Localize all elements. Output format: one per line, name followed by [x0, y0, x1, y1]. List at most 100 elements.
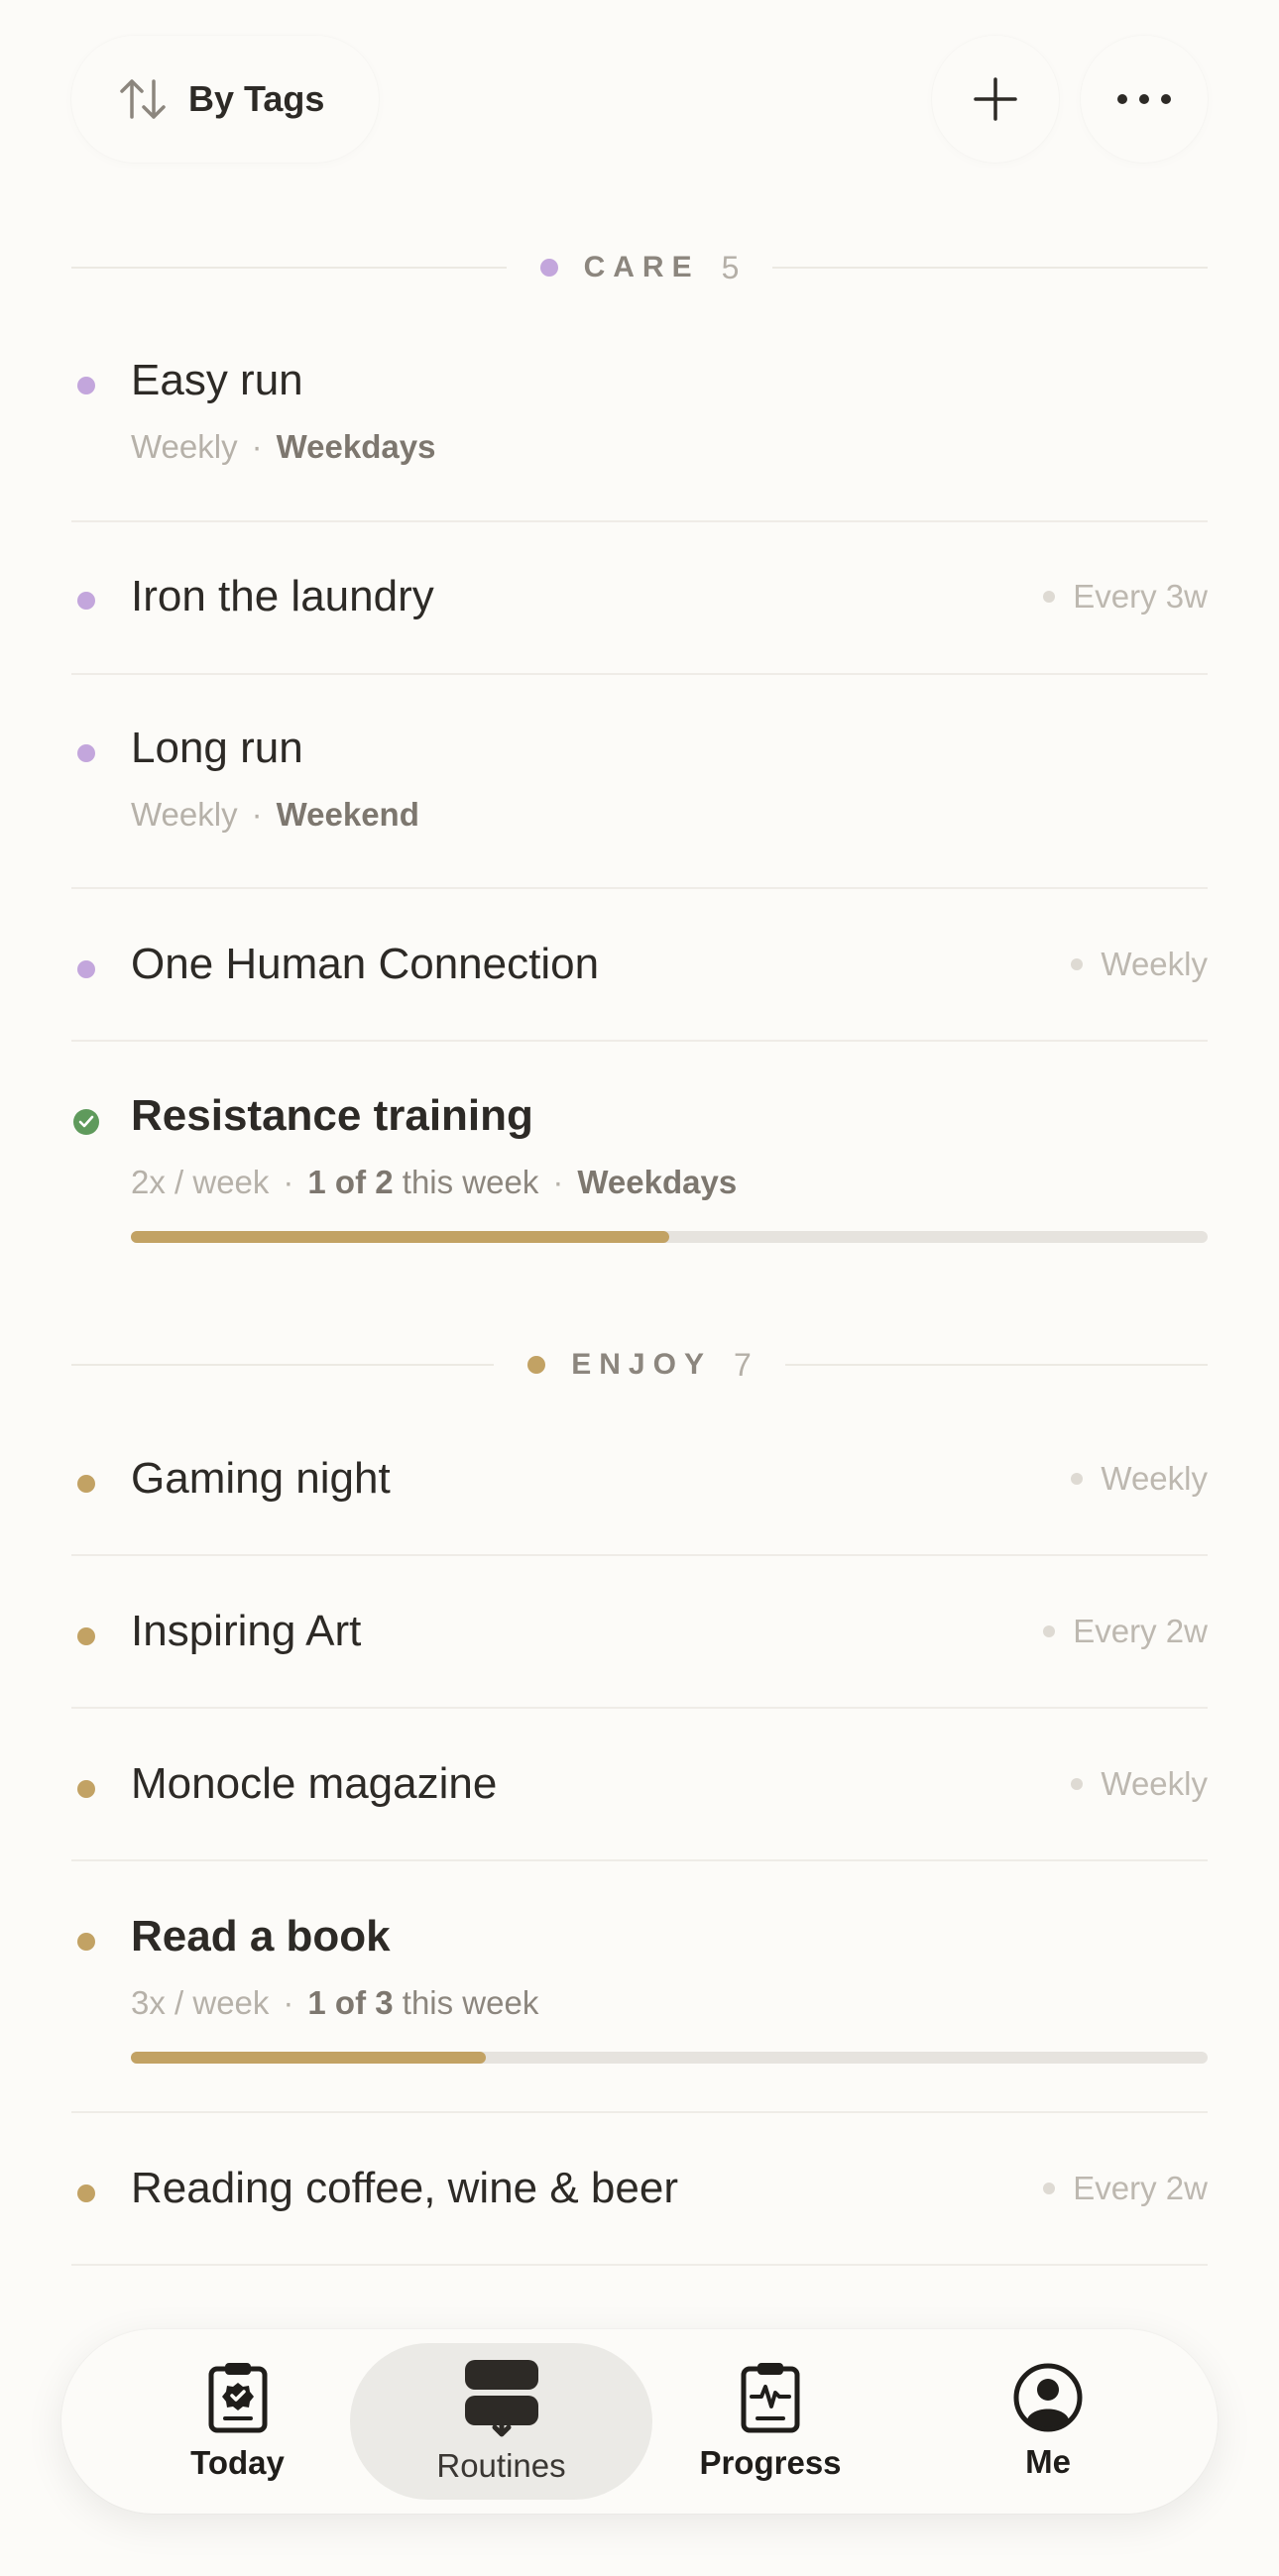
schedule-label: Weekly: [1101, 1765, 1208, 1802]
progress-icon: [741, 2363, 800, 2433]
routine-item-easy-run[interactable]: Easy run Weekly · Weekdays: [71, 322, 1208, 522]
routine-title: Monocle magazine: [131, 1759, 498, 1808]
divider: [772, 267, 1208, 269]
routine-title: Reading coffee, wine & beer: [131, 2164, 678, 2212]
section-count: 7: [733, 1346, 752, 1383]
routine-frequency: 2x / week: [131, 1164, 270, 1200]
routine-days: Weekend: [276, 796, 419, 833]
tab-progress[interactable]: Progress: [646, 2343, 894, 2500]
tag-dot: [77, 960, 95, 978]
schedule-dot: [1071, 1473, 1084, 1485]
routine-item-inspiring-art[interactable]: Inspiring Art Every 2w: [71, 1556, 1208, 1709]
plus-icon: [974, 77, 1017, 121]
routines-icon: [464, 2360, 538, 2437]
progress-suffix: this week: [402, 1984, 539, 2021]
routine-title: Gaming night: [131, 1454, 391, 1503]
tag-dot: [77, 1627, 95, 1645]
tab-label: Routines: [436, 2447, 566, 2484]
more-options-button[interactable]: [1081, 36, 1208, 163]
divider: [71, 267, 507, 269]
routine-schedule: Every 3w: [1043, 578, 1208, 616]
routine-item-read-a-book[interactable]: Read a book 3x / week · 1 of 3 this week: [71, 1861, 1208, 2113]
tag-dot: [77, 744, 95, 762]
divider: [71, 1364, 495, 1366]
divider: [784, 1364, 1209, 1366]
routine-schedule: Every 2w: [1043, 2170, 1208, 2207]
routine-schedule: Every 2w: [1043, 1613, 1208, 1650]
tag-dot: [77, 1933, 95, 1951]
routine-meta: 2x / week · 1 of 2 this week · Weekdays: [131, 1164, 738, 1200]
routine-title: Read a book: [131, 1912, 391, 1960]
section-header-enjoy: ENJOY 7: [71, 1335, 1209, 1395]
routine-schedule: Weekly: [1071, 946, 1208, 983]
routine-schedule: Weekly: [1071, 1460, 1208, 1498]
sort-label: By Tags: [188, 78, 325, 119]
progress-fill: [131, 1231, 669, 1243]
tab-label: Progress: [699, 2444, 842, 2481]
toolbar: By Tags: [71, 30, 1208, 168]
tag-dot: [77, 2184, 95, 2202]
routine-title: Resistance training: [131, 1091, 533, 1140]
schedule-dot: [1071, 958, 1084, 970]
tag-dot: [77, 1780, 95, 1798]
routine-title: Long run: [131, 724, 303, 772]
tag-dot: [539, 259, 558, 277]
tab-bar: Today Routines Progress Me: [61, 2329, 1218, 2514]
divider: [71, 2264, 1208, 2266]
routine-item-gaming-night[interactable]: Gaming night Weekly: [71, 1403, 1208, 1556]
routine-frequency: Weekly: [131, 796, 238, 833]
progress-suffix: this week: [402, 1164, 539, 1200]
progress-bar: [131, 1231, 1208, 1243]
routine-item-iron-the-laundry[interactable]: Iron the laundry Every 3w: [71, 522, 1208, 675]
section-count: 5: [721, 249, 740, 285]
progress-fill: [131, 2052, 487, 2064]
schedule-dot: [1071, 1778, 1084, 1790]
routine-meta: Weekly · Weekdays: [131, 428, 436, 465]
tag-dot: [77, 1475, 95, 1493]
schedule-label: Weekly: [1101, 1460, 1208, 1497]
routine-title: One Human Connection: [131, 940, 600, 988]
schedule-label: Every 2w: [1073, 2170, 1208, 2206]
tab-me[interactable]: Me: [924, 2343, 1172, 2500]
routine-frequency: Weekly: [131, 428, 238, 465]
progress-count: 1 of 2: [307, 1164, 394, 1200]
progress-bar: [131, 2052, 1208, 2064]
schedule-label: Every 3w: [1073, 578, 1208, 615]
tag-dot: [527, 1356, 546, 1374]
routine-days: Weekdays: [276, 428, 436, 465]
tab-routines[interactable]: Routines: [350, 2343, 652, 2500]
more-icon: [1117, 94, 1171, 104]
routine-item-one-human-connection[interactable]: One Human Connection Weekly: [71, 889, 1208, 1042]
routine-frequency: 3x / week: [131, 1984, 270, 2021]
today-icon: [208, 2363, 267, 2433]
section-name: CARE: [583, 251, 700, 283]
routine-title: Inspiring Art: [131, 1607, 362, 1655]
schedule-dot: [1043, 2183, 1056, 2194]
schedule-label: Every 2w: [1073, 1613, 1208, 1649]
routine-item-long-run[interactable]: Long run Weekly · Weekend: [71, 675, 1208, 889]
tag-dot: [77, 377, 95, 394]
routine-schedule: Weekly: [1071, 1765, 1208, 1803]
routine-item-resistance-training[interactable]: Resistance training 2x / week · 1 of 2 thi…: [71, 1042, 1208, 1289]
routine-meta: 3x / week · 1 of 3 this week: [131, 1984, 539, 2021]
tab-label: Today: [190, 2444, 285, 2481]
schedule-dot: [1043, 1625, 1056, 1637]
tab-today[interactable]: Today: [111, 2343, 364, 2500]
sort-icon: [120, 79, 166, 119]
routine-title: Easy run: [131, 356, 303, 404]
routine-item-reading-coffee-wine-beer[interactable]: Reading coffee, wine & beer Every 2w: [71, 2113, 1208, 2266]
routine-meta: Weekly · Weekend: [131, 796, 419, 833]
completed-check-icon: [73, 1109, 99, 1135]
sort-by-tags-button[interactable]: By Tags: [71, 36, 379, 163]
routine-title: Iron the laundry: [131, 572, 434, 620]
routine-item-monocle-magazine[interactable]: Monocle magazine Weekly: [71, 1709, 1208, 1861]
section-name: ENJOY: [571, 1348, 712, 1381]
add-routine-button[interactable]: [932, 36, 1059, 163]
section-header-care: CARE 5: [71, 238, 1208, 297]
schedule-dot: [1043, 591, 1056, 603]
tab-label: Me: [1025, 2443, 1071, 2480]
profile-icon: [1013, 2363, 1083, 2432]
schedule-label: Weekly: [1101, 946, 1208, 982]
progress-count: 1 of 3: [307, 1984, 394, 2021]
routine-days: Weekdays: [577, 1164, 738, 1200]
